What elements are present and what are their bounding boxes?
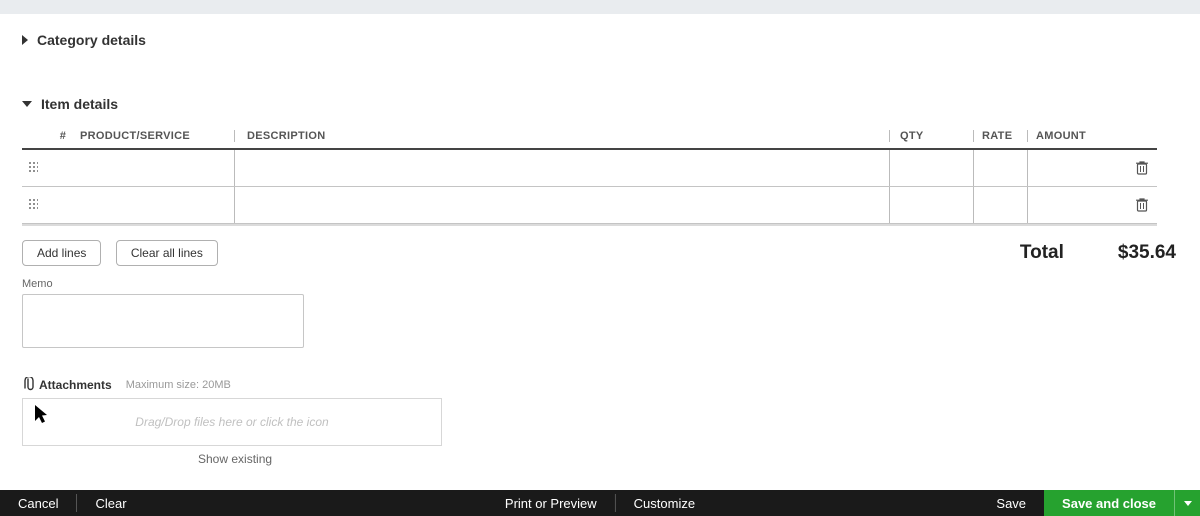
table-row[interactable] [22, 150, 1157, 187]
col-header-description: DESCRIPTION [234, 130, 889, 142]
add-lines-button[interactable]: Add lines [22, 240, 101, 266]
category-details-toggle[interactable]: Category details [22, 32, 1178, 48]
total-amount: $35.64 [1118, 242, 1176, 264]
table-header-row: # PRODUCT/SERVICE DESCRIPTION QTY RATE A… [22, 130, 1157, 150]
drag-handle-icon[interactable] [28, 161, 38, 173]
clear-button[interactable]: Clear [77, 490, 144, 516]
col-header-rate: RATE [973, 130, 1027, 142]
delete-row-icon[interactable] [1136, 198, 1148, 212]
save-and-close-button[interactable]: Save and close [1044, 490, 1174, 516]
caret-right-icon [22, 35, 28, 45]
main-content: Category details Item details # PRODUCT/… [0, 14, 1200, 466]
paperclip-icon [22, 377, 35, 392]
save-and-close-dropdown[interactable] [1174, 490, 1200, 516]
col-header-amount: AMOUNT [1027, 130, 1127, 142]
item-details-toggle[interactable]: Item details [22, 96, 1178, 112]
save-button[interactable]: Save [978, 490, 1044, 516]
total-label: Total [1020, 242, 1064, 264]
memo-textarea[interactable] [22, 294, 304, 348]
memo-label: Memo [22, 278, 1178, 290]
customize-button[interactable]: Customize [616, 490, 713, 516]
delete-row-icon[interactable] [1136, 161, 1148, 175]
top-strip [0, 0, 1200, 14]
col-header-product: PRODUCT/SERVICE [74, 130, 234, 142]
clear-all-lines-button[interactable]: Clear all lines [116, 240, 218, 266]
save-and-close-group: Save and close [1044, 490, 1200, 516]
attachments-dropzone[interactable]: Drag/Drop files here or click the icon [22, 398, 442, 446]
col-header-number: # [52, 130, 74, 142]
print-preview-button[interactable]: Print or Preview [487, 490, 615, 516]
attachments-label-group[interactable]: Attachments [22, 377, 112, 392]
table-bottom-divider [22, 224, 1157, 226]
table-row[interactable] [22, 187, 1157, 224]
chevron-down-icon [1184, 501, 1192, 506]
category-details-label: Category details [37, 32, 146, 48]
cancel-button[interactable]: Cancel [0, 490, 76, 516]
col-header-qty: QTY [889, 130, 973, 142]
caret-down-icon [22, 101, 32, 107]
show-existing-link[interactable]: Show existing [198, 452, 1178, 466]
attachments-max-size: Maximum size: 20MB [126, 379, 231, 391]
drag-handle-icon[interactable] [28, 198, 38, 210]
bottom-action-bar: Cancel Clear Print or Preview Customize … [0, 490, 1200, 516]
attachments-dropzone-hint: Drag/Drop files here or click the icon [135, 415, 328, 429]
item-details-table: # PRODUCT/SERVICE DESCRIPTION QTY RATE A… [22, 130, 1157, 226]
attachments-label: Attachments [39, 378, 112, 392]
item-details-label: Item details [41, 96, 118, 112]
cursor-arrow-icon [33, 403, 51, 425]
